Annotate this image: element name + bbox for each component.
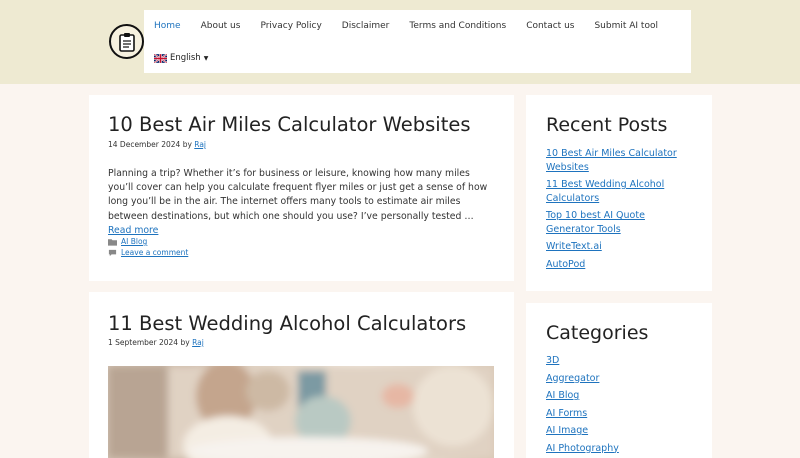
list-item: AI Blog: [546, 389, 696, 403]
recent-post-link[interactable]: Top 10 best AI Quote Generator Tools: [546, 210, 645, 235]
post-date[interactable]: 14 December 2024: [108, 140, 180, 149]
category-link[interactable]: Aggregator: [546, 373, 599, 384]
post-title[interactable]: 10 Best Air Miles Calculator Websites: [108, 113, 471, 136]
post-by: by: [182, 140, 192, 149]
read-more-link[interactable]: Read more: [108, 225, 158, 236]
category-link[interactable]: 3D: [546, 355, 559, 366]
list-item: 3D: [546, 354, 696, 368]
nav-menu: Home About us Privacy Policy Disclaimer …: [144, 10, 668, 41]
list-item: AI Photography: [546, 442, 696, 456]
nav-item-home[interactable]: Home: [144, 21, 191, 31]
caret-down-icon: ▼: [203, 54, 209, 62]
clipboard-icon: [118, 32, 135, 52]
list-item: AI Forms: [546, 407, 696, 421]
uk-flag-icon: [154, 53, 167, 63]
post-featured-image[interactable]: [108, 366, 494, 458]
recent-posts-title: Recent Posts: [546, 114, 668, 136]
post-date[interactable]: 1 September 2024: [108, 338, 178, 347]
post-excerpt-text: Planning a trip? Whether it’s for busine…: [108, 168, 488, 222]
post-footer: AI Blog Leave a comment: [108, 237, 188, 259]
list-item: AutoPod: [546, 258, 696, 272]
nav-item-privacy-policy[interactable]: Privacy Policy: [250, 21, 331, 31]
post-title[interactable]: 11 Best Wedding Alcohol Calculators: [108, 312, 466, 335]
recent-post-link[interactable]: WriteText.ai: [546, 241, 602, 252]
recent-posts-list: 10 Best Air Miles Calculator Websites 11…: [546, 147, 696, 271]
category-link[interactable]: AI Image: [546, 425, 588, 436]
list-item: 10 Best Air Miles Calculator Websites: [546, 147, 696, 174]
categories-title: Categories: [546, 322, 649, 344]
recent-post-link[interactable]: 11 Best Wedding Alcohol Calculators: [546, 179, 664, 204]
site-logo[interactable]: [109, 24, 144, 59]
site-header: Home About us Privacy Policy Disclaimer …: [0, 0, 800, 84]
recent-post-link[interactable]: AutoPod: [546, 259, 585, 270]
categories-widget: Categories 3D Aggregator AI Blog AI Form…: [526, 303, 712, 458]
nav-item-terms[interactable]: Terms and Conditions: [399, 21, 516, 31]
list-item: 11 Best Wedding Alcohol Calculators: [546, 178, 696, 205]
recent-posts-widget: Recent Posts 10 Best Air Miles Calculato…: [526, 95, 712, 291]
post-card: 10 Best Air Miles Calculator Websites 14…: [89, 95, 514, 281]
post-meta: 14 December 2024 by Raj: [108, 140, 206, 149]
wedding-photo-illustration: [108, 366, 494, 458]
post-excerpt: Planning a trip? Whether it’s for busine…: [108, 167, 496, 238]
post-by: by: [180, 338, 190, 347]
nav-item-contact-us[interactable]: Contact us: [516, 21, 584, 31]
post-author-link[interactable]: Raj: [194, 140, 206, 149]
leave-comment-link[interactable]: Leave a comment: [121, 248, 188, 257]
folder-icon: [108, 238, 117, 246]
post-meta: 1 September 2024 by Raj: [108, 338, 204, 347]
post-comment-line: Leave a comment: [108, 248, 188, 257]
nav-item-submit-ai-tool[interactable]: Submit AI tool: [584, 21, 668, 31]
list-item: Aggregator: [546, 372, 696, 386]
post-category-line: AI Blog: [108, 237, 188, 246]
comment-icon: [108, 249, 117, 256]
list-item: Top 10 best AI Quote Generator Tools: [546, 209, 696, 236]
category-link[interactable]: AI Blog: [546, 390, 579, 401]
category-link[interactable]: AI Photography: [546, 443, 619, 454]
category-link[interactable]: AI Forms: [546, 408, 587, 419]
language-switcher[interactable]: English ▼: [154, 53, 208, 63]
main-navigation: Home About us Privacy Policy Disclaimer …: [144, 10, 691, 73]
categories-list: 3D Aggregator AI Blog AI Forms AI Image …: [546, 354, 696, 455]
list-item: WriteText.ai: [546, 240, 696, 254]
nav-item-about-us[interactable]: About us: [191, 21, 251, 31]
recent-post-link[interactable]: 10 Best Air Miles Calculator Websites: [546, 148, 677, 173]
post-author-link[interactable]: Raj: [192, 338, 204, 347]
list-item: AI Image: [546, 424, 696, 438]
language-label: English: [170, 53, 201, 63]
category-link[interactable]: AI Blog: [121, 237, 147, 246]
nav-item-disclaimer[interactable]: Disclaimer: [332, 21, 400, 31]
